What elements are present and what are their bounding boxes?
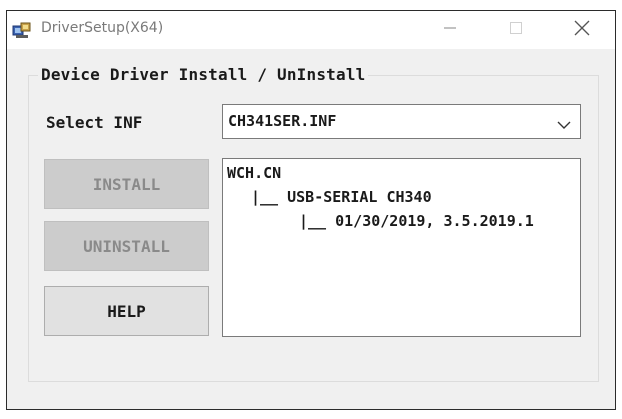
close-icon bbox=[574, 20, 590, 41]
client-area: Device Driver Install / UnInstall Select… bbox=[7, 49, 615, 409]
install-button[interactable]: INSTALL bbox=[44, 159, 209, 209]
groupbox-legend: Device Driver Install / UnInstall bbox=[38, 65, 369, 84]
title-bar[interactable]: DriverSetup(X64) bbox=[7, 11, 615, 49]
driver-vendor: WCH.CN bbox=[227, 164, 282, 182]
driver-setup-window: DriverSetup(X64) Device Driver Install /… bbox=[6, 10, 616, 410]
driver-device: |__ USB-SERIAL CH340 bbox=[251, 188, 432, 206]
driver-info-panel: WCH.CN |__ USB-SERIAL CH340 |__ 01/30/20… bbox=[222, 158, 581, 337]
chevron-down-icon[interactable] bbox=[557, 117, 571, 129]
minimize-button[interactable] bbox=[427, 11, 473, 49]
close-button[interactable] bbox=[559, 11, 605, 49]
driver-setup-icon bbox=[12, 21, 32, 39]
minimize-icon bbox=[443, 21, 457, 40]
help-button-label: HELP bbox=[107, 301, 146, 321]
maximize-icon bbox=[509, 21, 523, 40]
inf-select-value: CH341SER.INF bbox=[228, 112, 337, 130]
driver-version: |__ 01/30/2019, 3.5.2019.1 bbox=[299, 212, 534, 230]
uninstall-button[interactable]: UNINSTALL bbox=[44, 221, 209, 271]
maximize-button[interactable] bbox=[493, 11, 539, 49]
install-button-label: INSTALL bbox=[92, 174, 161, 194]
select-inf-label: Select INF bbox=[46, 113, 143, 132]
uninstall-button-label: UNINSTALL bbox=[83, 236, 170, 256]
help-button[interactable]: HELP bbox=[44, 286, 209, 336]
inf-select-dropdown[interactable]: CH341SER.INF bbox=[222, 104, 581, 139]
window-title: DriverSetup(X64) bbox=[41, 20, 164, 36]
